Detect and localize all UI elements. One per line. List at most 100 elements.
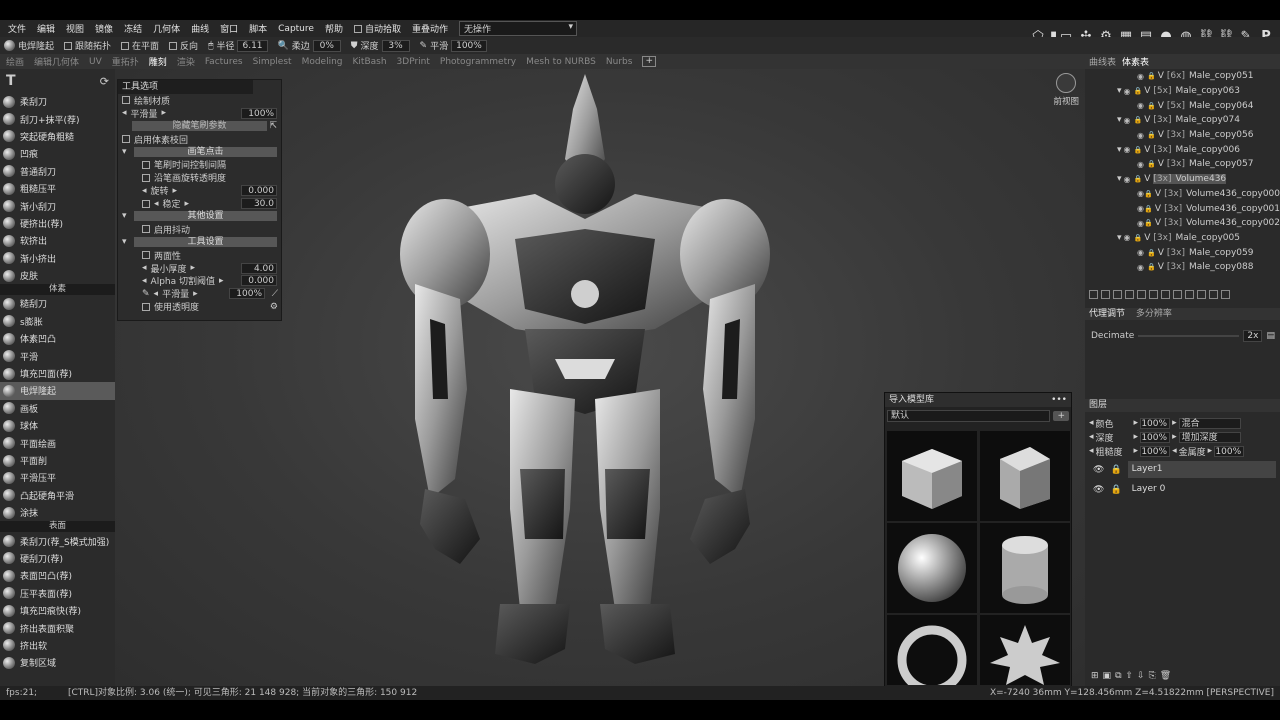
rotate-stroke-checkbox[interactable] [142,173,150,182]
follow-topology-checkbox[interactable] [64,41,73,50]
tool-item[interactable]: 复制区域 [0,654,115,671]
layers-icon[interactable] [1137,290,1146,299]
brush-time-row[interactable]: 笔刷时间控制间隔 [118,158,281,171]
merge-icon[interactable] [1161,290,1170,299]
arrow-left-icon[interactable]: ◂ [1089,446,1094,456]
eye-icon[interactable]: ◉ [1124,87,1134,96]
eye-icon[interactable]: ◉ [1137,248,1147,257]
decimate-value[interactable]: 2x [1243,330,1263,342]
eye-icon[interactable]: ◉ [1124,116,1134,125]
jitter-row[interactable]: 启用抖动 [118,223,281,236]
eye-icon[interactable]: ◉ [1124,233,1134,242]
lock-icon[interactable]: 🔒 [1110,465,1121,475]
volume-row[interactable]: ◉ 🔒 V [6x] Male_copy051 [1085,69,1280,84]
add-layer-icon[interactable]: ⊞ [1091,671,1099,681]
camera-icon[interactable] [1056,73,1077,93]
fixed-checkbox[interactable] [142,199,150,208]
layer-roughness-row[interactable]: ◂ 粗糙度 ▸ 100% ◂ 金属度 ▸ 100% [1089,445,1276,458]
tool-item[interactable]: s膨胀 [0,313,115,330]
eye-icon[interactable]: ◉ [1137,131,1147,140]
tool-item[interactable]: 普通刮刀 [0,163,115,180]
lock-icon[interactable]: 🔒 [1134,87,1143,95]
tool-item[interactable]: 压平表面(荐) [0,585,115,602]
two-sided-row[interactable]: 两面性 [118,249,281,262]
collapse-icon[interactable]: ▾ [1117,145,1122,155]
voxel-mode-icon[interactable]: V [1158,262,1164,272]
tool-item[interactable]: 柔刮刀(荐_S模式加强) [0,532,115,549]
up-icon[interactable]: ⇧ [1126,671,1134,681]
volume-name-cell[interactable]: [3x] Male_copy059 [1167,248,1254,258]
lock-icon[interactable]: 🔒 [1134,146,1143,154]
color-value[interactable]: 100% [1140,417,1171,429]
tool-item[interactable]: 电焊隆起 [0,382,115,400]
fixed-value[interactable]: 30.0 [241,198,277,210]
menu-view[interactable]: 视图 [66,22,84,35]
other-settings-header[interactable]: ▾ 其他设置 [118,210,281,223]
lock-icon[interactable]: 🔒 [1134,175,1143,183]
view-cube[interactable]: 前视图 [1053,73,1079,107]
min-thickness-value[interactable]: 4.00 [241,262,277,274]
voxel-mode-icon[interactable]: V [1144,233,1150,243]
trash-icon[interactable]: 🗑 [1160,671,1171,681]
voxel-trace-checkbox[interactable] [122,135,130,144]
voxel-mode-icon[interactable]: V [1158,248,1164,258]
use-transparency-row[interactable]: 使用透明度 ⚙ [118,300,281,313]
arrow-left-icon[interactable]: ◂ [142,263,147,273]
arrow-right-icon[interactable]: ▸ [1208,446,1213,456]
tool-item[interactable]: 涂抹 [0,504,115,521]
arrow-right-icon[interactable]: ▸ [1134,418,1139,428]
tool-item[interactable]: 挤出软 [0,637,115,654]
merge-icon[interactable]: ⧉ [1115,671,1121,681]
eye-icon[interactable]: ◉ [1137,263,1147,272]
fixed-row[interactable]: ◂ 稳定 ▸ 30.0 [118,197,281,210]
tool-item[interactable]: 渐小挤出 [0,250,115,267]
draw-material-row[interactable]: 绘制材质 [118,94,281,107]
room-tab[interactable]: Mesh to NURBS [526,57,596,67]
smooth-value[interactable]: 100% [451,39,487,52]
tool-item[interactable]: 凹痕 [0,145,115,162]
depth-value[interactable]: 100% [1140,431,1171,443]
eye-icon[interactable]: ◉ [1137,204,1144,213]
eye-icon[interactable]: ◉ [1137,189,1144,198]
arrow-right-icon[interactable]: ▸ [193,289,198,299]
layer-name[interactable]: Layer1 [1127,461,1276,478]
lock-icon[interactable]: 🔒 [1134,234,1143,242]
voxel-mode-icon[interactable]: V [1144,115,1150,125]
model-cube-sharp[interactable] [980,431,1070,521]
layer-depth-row[interactable]: ◂ 深度 ▸ 100% ▸ 增加深度 [1089,431,1276,444]
depth-control[interactable]: ⛊ 深度 3% [351,39,410,52]
add-room-icon[interactable]: + [642,56,656,67]
lock-icon[interactable]: 🔒 [1147,263,1156,271]
arrow-right-icon[interactable]: ▸ [173,186,178,196]
arrow-right-icon[interactable]: ▸ [162,108,167,118]
volume-row[interactable]: ◉ 🔒 V [3x] Male_copy059 [1085,245,1280,260]
settings-icon[interactable]: ⚙ [270,302,278,312]
tab-volumes[interactable]: 体素表 [1122,55,1149,68]
menu-edit[interactable]: 编辑 [37,22,55,35]
volume-row[interactable]: ◉ 🔒 V [3x] Volume436_copy002 [1085,216,1280,231]
volume-name-cell[interactable]: [3x] Male_copy074 [1153,115,1240,125]
tool-item[interactable]: 软挤出 [0,232,115,249]
collapse-icon[interactable]: ▾ [1117,233,1122,243]
voxel-mode-icon[interactable]: V [1155,189,1161,199]
arrow-left-icon[interactable]: ◂ [1172,446,1177,456]
down-icon[interactable] [1197,290,1206,299]
menu-geometry[interactable]: 几何体 [153,22,180,35]
brush-point-header[interactable]: ▾ 画笔点击 [118,146,281,159]
lock-icon[interactable]: 🔒 [1144,190,1153,198]
room-tab[interactable]: Factures [205,57,243,67]
alpha-cutoff-row[interactable]: ◂ Alpha 切割阈值 ▸ 0.000 [118,274,281,287]
menu-mirror[interactable]: 镜像 [95,22,113,35]
volume-name-cell[interactable]: [3x] Male_copy006 [1153,145,1240,155]
volume-name-cell[interactable]: [3x] Volume436 [1153,174,1227,185]
volume-row[interactable]: ▾ ◉ 🔒 V [5x] Male_copy063 [1085,84,1280,99]
eye-icon[interactable]: ◉ [1124,175,1134,184]
arrow-left-icon[interactable]: ◂ [154,289,159,299]
volume-name-cell[interactable]: [3x] Volume436_copy002 [1164,218,1280,228]
tool-item[interactable]: 柔刮刀 [0,93,115,110]
menu-capture[interactable]: Capture [278,24,314,34]
follow-topology-toggle[interactable]: 跟随拓扑 [64,39,111,52]
eye-icon[interactable]: ◉ [1137,72,1147,81]
arrow-left-icon[interactable]: ◂ [142,186,147,196]
arrow-left-icon[interactable]: ◂ [1089,418,1094,428]
